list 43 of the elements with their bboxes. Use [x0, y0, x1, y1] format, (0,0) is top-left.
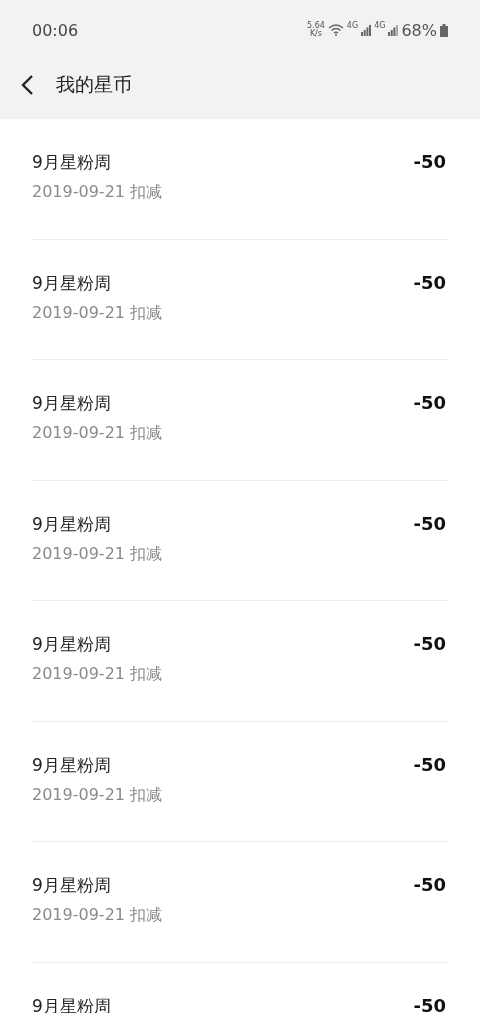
- record-title: 9月星粉周: [32, 512, 112, 536]
- signal-icon: [361, 24, 372, 36]
- wifi-icon: [327, 24, 344, 36]
- record-title: 9月星粉周: [32, 392, 112, 415]
- record-amount: -50: [413, 151, 446, 172]
- page-title: 我的星币: [56, 71, 132, 97]
- record-date: 2019-09-21 扣减: [32, 664, 163, 685]
- record-row[interactable]: 9月星粉周 -50: [32, 962, 448, 1013]
- record-row[interactable]: 9月星粉周 2019-09-21 扣减 -50: [32, 721, 448, 842]
- record-row[interactable]: 9月星粉周 2019-09-21 扣减 -50: [32, 239, 448, 360]
- network-speed-unit: K/s: [309, 30, 322, 38]
- network-type: 4G: [346, 20, 359, 30]
- battery-icon: [440, 23, 448, 37]
- record-amount: -50: [413, 874, 446, 895]
- record-row[interactable]: 9月星粉周 2019-09-21 扣减 -50: [32, 601, 448, 722]
- record-title: 9月星粉周: [32, 753, 112, 777]
- network-speed: 5.64: [307, 22, 325, 30]
- record-title: 9月星粉周: [32, 271, 112, 295]
- record-date: 2019-09-21 扣减: [32, 302, 163, 324]
- record-date: 2019-09-21 扣减: [32, 543, 163, 565]
- record-title: 9月星粉周: [32, 994, 111, 1013]
- record-title: 9月星粉周: [32, 151, 112, 174]
- record-date: 2019-09-21 扣减: [32, 905, 163, 926]
- record-amount: -50: [413, 392, 446, 413]
- record-row[interactable]: 9月星粉周 2019-09-21 扣减 -50: [32, 480, 448, 601]
- record-amount: -50: [413, 753, 446, 775]
- signal-icon: [388, 24, 399, 36]
- record-title: 9月星粉周: [32, 874, 112, 897]
- record-date: 2019-09-21 扣减: [32, 784, 163, 806]
- record-title: 9月星粉周: [32, 633, 112, 656]
- record-row[interactable]: 9月星粉周 2019-09-21 扣减 -50: [32, 360, 448, 481]
- network-type: 4G: [374, 20, 386, 30]
- record-amount: -50: [413, 271, 446, 293]
- record-amount: -50: [413, 633, 446, 654]
- status-time: 00:06: [32, 20, 79, 40]
- battery-level: 68%: [401, 20, 437, 40]
- record-row[interactable]: 9月星粉周 2019-09-21 扣减 -50: [32, 119, 448, 240]
- back-icon[interactable]: [20, 73, 34, 96]
- record-row[interactable]: 9月星粉周 2019-09-21 扣减 -50: [32, 842, 448, 963]
- record-date: 2019-09-21 扣减: [32, 182, 163, 203]
- record-amount: -50: [413, 994, 446, 1013]
- record-date: 2019-09-21 扣减: [32, 423, 163, 444]
- record-amount: -50: [413, 512, 446, 534]
